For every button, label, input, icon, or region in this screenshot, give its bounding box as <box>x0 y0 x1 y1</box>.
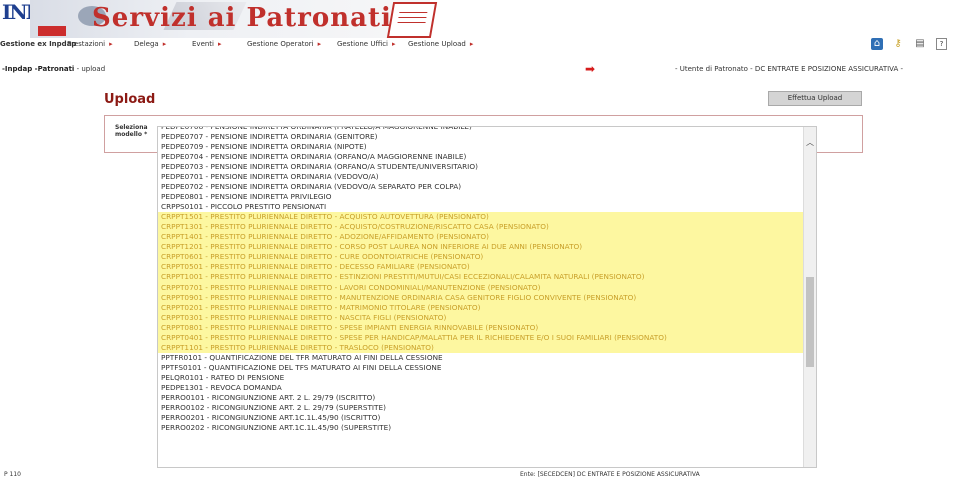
menu-item-delega[interactable]: Delega ▸ <box>134 40 166 48</box>
list-option[interactable]: CRPPT0601 - PRESTITO PLURIENNALE DIRETTO… <box>158 252 803 263</box>
menu-item-gestione-uffici[interactable]: Gestione Uffici ▸ <box>337 40 396 48</box>
list-scrollbar[interactable]: ︿ <box>803 127 816 467</box>
home-icon[interactable]: ⌂ <box>871 38 883 50</box>
main-menu: Gestione ex Inpdap Prestazioni ▸ Delega ▸ … <box>0 38 953 52</box>
list-option[interactable]: CRPPT0301 - PRESTITO PLURIENNALE DIRETTO… <box>158 312 803 323</box>
list-option[interactable]: PELQR0101 - RATEO DI PENSIONE <box>158 373 803 383</box>
list-option[interactable]: CRPPT0401 - PRESTITO PLURIENNALE DIRETTO… <box>158 332 803 343</box>
list-option[interactable]: PEDPE0709 - PENSIONE INDIRETTA ORDINARIA… <box>158 142 803 152</box>
list-option[interactable]: CRPPT0201 - PRESTITO PLURIENNALE DIRETTO… <box>158 302 803 313</box>
help-icon[interactable]: ? <box>936 38 947 50</box>
menu-item-label: Delega <box>134 40 159 48</box>
status-footer: P 110 Ente: [SECEDCEN] DC ENTRATE E POSI… <box>0 471 953 479</box>
seleziona-modello-label: Seleziona modello * <box>115 124 148 138</box>
list-option[interactable]: CRPPT0701 - PRESTITO PLURIENNALE DIRETTO… <box>158 282 803 293</box>
list-option[interactable]: PERRO0202 - RICONGIUNZIONE ART.1C.1L.45/… <box>158 423 803 433</box>
caret-right-icon: ▸ <box>317 40 322 48</box>
user-info: - Utente di Patronato - DC ENTRATE E POS… <box>675 65 904 73</box>
caret-right-icon: ▸ <box>162 40 167 48</box>
menu-item-prestazioni[interactable]: Prestazioni ▸ <box>67 40 113 48</box>
effettua-upload-button[interactable]: Effettua Upload <box>768 91 862 106</box>
list-option[interactable]: PERRO0101 - RICONGIUNZIONE ART. 2 L. 29/… <box>158 393 803 403</box>
caret-right-icon: ▸ <box>469 40 474 48</box>
list-option[interactable]: PEDPE0702 - PENSIONE INDIRETTA ORDINARIA… <box>158 182 803 192</box>
list-option[interactable]: CRPPT1301 - PRESTITO PLURIENNALE DIRETTO… <box>158 222 803 233</box>
list-option[interactable]: PERRO0102 - RICONGIUNZIONE ART. 2 L. 29/… <box>158 403 803 413</box>
document-illustration-icon <box>386 2 438 38</box>
list-option[interactable]: CRPPT0801 - PRESTITO PLURIENNALE DIRETTO… <box>158 322 803 333</box>
menu-item-label: Eventi <box>192 40 214 48</box>
caret-right-icon: ▸ <box>109 40 113 48</box>
list-option[interactable]: PEDPE0801 - PENSIONE INDIRETTA PRIVILEGI… <box>158 192 803 202</box>
list-option[interactable]: CRPPS0101 - PICCOLO PRESTITO PENSIONATI <box>158 202 803 212</box>
breadcrumb-bar: -Inpdap -Patronati - upload ➡ - Utente d… <box>0 62 953 76</box>
list-option[interactable]: CRPPT1101 - PRESTITO PLURIENNALE DIRETTO… <box>158 342 803 353</box>
menu-item-gestione-upload[interactable]: Gestione Upload ▸ <box>408 40 473 48</box>
logo-accent <box>38 26 66 36</box>
inps-logo: INPS <box>0 0 53 40</box>
print-icon[interactable]: ▤ <box>914 38 926 50</box>
menu-item-label: Gestione Uffici <box>337 40 389 48</box>
menu-item-label: Gestione ex Inpdap <box>0 40 77 48</box>
key-icon[interactable]: ⚷ <box>892 38 904 50</box>
footer-code: P 110 <box>4 471 21 478</box>
menu-item-gestione-operatori[interactable]: Gestione Operatori ▸ <box>247 40 321 48</box>
list-option[interactable]: CRPPT1001 - PRESTITO PLURIENNALE DIRETTO… <box>158 272 803 283</box>
list-option[interactable]: CRPPT1201 - PRESTITO PLURIENNALE DIRETTO… <box>158 242 803 253</box>
app-title: Servizi ai Patronati <box>92 3 392 33</box>
modello-select-list[interactable]: PEDPE0708 - PENSIONE INDIRETTA ORDINARIA… <box>157 126 817 468</box>
list-option[interactable]: PEDPE0707 - PENSIONE INDIRETTA ORDINARIA… <box>158 132 803 142</box>
list-option[interactable]: PEDPE0704 - PENSIONE INDIRETTA ORDINARIA… <box>158 152 803 162</box>
list-option[interactable]: PPTFS0101 - QUANTIFICAZIONE DEL TFS MATU… <box>158 363 803 373</box>
list-option[interactable]: PERRO0201 - RICONGIUNZIONE ART.1C.1L.45/… <box>158 413 803 423</box>
caret-right-icon: ▸ <box>218 40 222 48</box>
menu-item-eventi[interactable]: Eventi ▸ <box>192 40 222 48</box>
menu-item-label: Prestazioni <box>67 40 106 48</box>
list-option[interactable]: CRPPT1401 - PRESTITO PLURIENNALE DIRETTO… <box>158 232 803 243</box>
caret-right-icon: ▸ <box>392 40 396 48</box>
page-title: Upload <box>104 92 156 107</box>
list-option[interactable]: CRPPT0901 - PRESTITO PLURIENNALE DIRETTO… <box>158 292 803 303</box>
options-container: PEDPE0708 - PENSIONE INDIRETTA ORDINARIA… <box>158 127 803 433</box>
breadcrumb-current: - upload <box>76 65 106 73</box>
scrollbar-thumb[interactable] <box>806 277 814 367</box>
list-option[interactable]: PEDPE1301 - REVOCA DOMANDA <box>158 383 803 393</box>
breadcrumb: -Inpdap -Patronati - upload <box>2 65 105 73</box>
list-option[interactable]: PEDPE0701 - PENSIONE INDIRETTA ORDINARIA… <box>158 172 803 182</box>
arrow-right-icon: ➡ <box>585 62 596 76</box>
list-option[interactable]: PPTFR0101 - QUANTIFICAZIONE DEL TFR MATU… <box>158 353 803 363</box>
list-option[interactable]: PEDPE0703 - PENSIONE INDIRETTA ORDINARIA… <box>158 162 803 172</box>
menu-item-label: Gestione Operatori <box>247 40 314 48</box>
list-option[interactable]: CRPPT1501 - PRESTITO PLURIENNALE DIRETTO… <box>158 212 803 223</box>
chevron-up-icon[interactable]: ︿ <box>804 137 816 151</box>
header-banner: INPS Servizi ai Patronati <box>0 0 953 38</box>
menu-item-label: Gestione Upload <box>408 40 466 48</box>
toolbar-icons: ⌂ ⚷ ▤ ? <box>868 36 953 52</box>
list-option[interactable]: CRPPT0501 - PRESTITO PLURIENNALE DIRETTO… <box>158 262 803 273</box>
breadcrumb-path: -Inpdap -Patronati <box>2 65 75 73</box>
menu-item-gestione-ex-inpdap[interactable]: Gestione ex Inpdap <box>0 40 76 48</box>
footer-ente: Ente: [SECEDCEN] DC ENTRATE E POSIZIONE … <box>520 471 700 478</box>
